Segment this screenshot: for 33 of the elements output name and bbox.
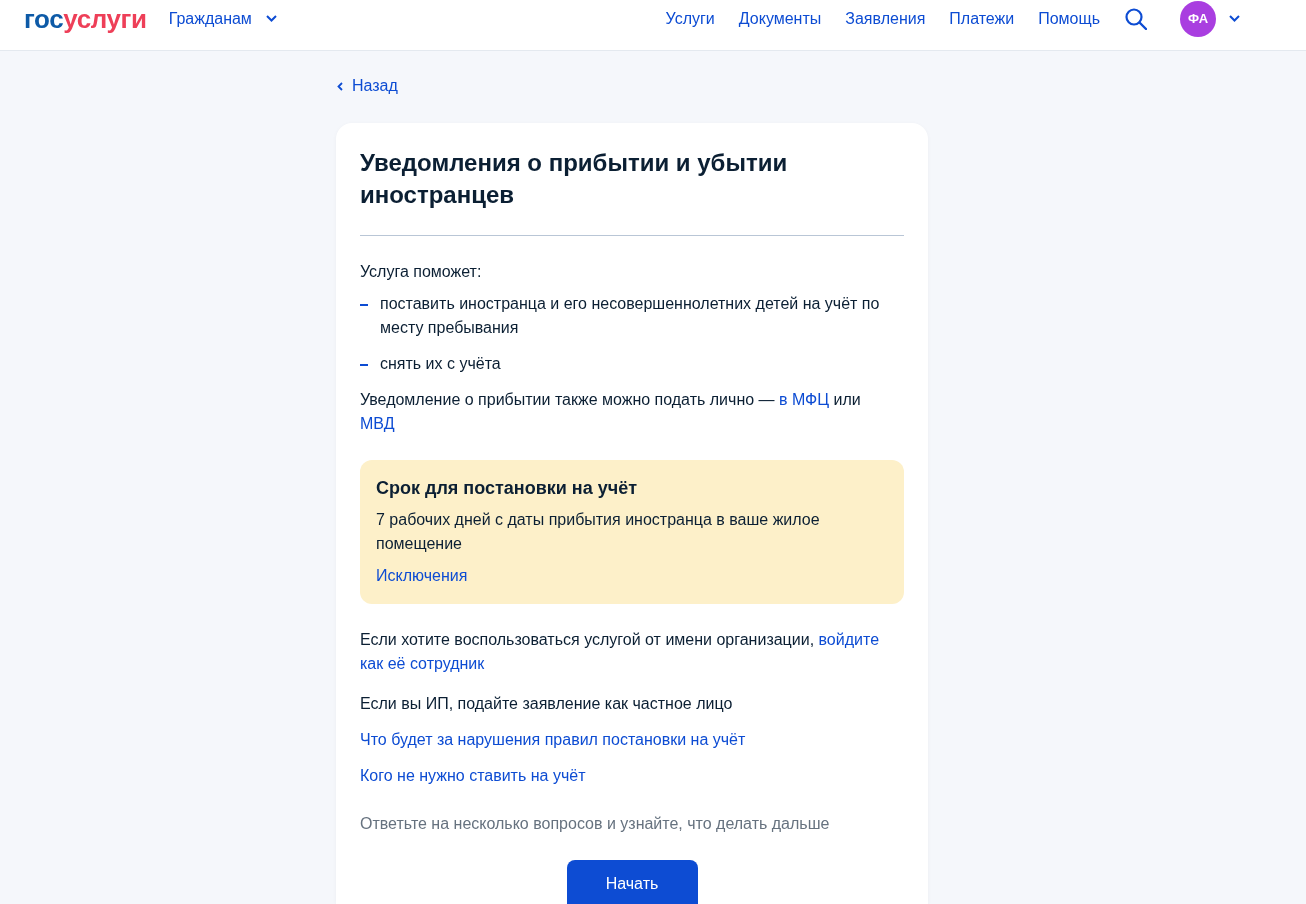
- list-item-text: поставить иностранца и его несовершеннолетних детей на учёт по месту пребывания: [380, 294, 881, 338]
- nav-link[interactable]: Заявления: [845, 6, 926, 31]
- text: Услуга поможет:: [360, 262, 483, 282]
- link[interactable]: Кого не нужно ставить на учёт: [360, 764, 586, 788]
- link[interactable]: в МФЦ: [779, 391, 830, 408]
- page-title: Уведомления о прибытии и убытии иностранцев: [360, 148, 789, 210]
- paragraph: Если хотите воспользоваться услугой от имени организации, войдите как её сотрудник: [360, 630, 881, 674]
- link[interactable]: войдите: [818, 631, 880, 648]
- audience-menu[interactable]: Гражданам: [168, 6, 277, 31]
- start-button[interactable]: Начать: [566, 860, 698, 904]
- search-icon[interactable]: [1125, 7, 1147, 30]
- nav-link[interactable]: Документы: [738, 6, 822, 31]
- avatar[interactable]: ФА: [1180, 0, 1216, 37]
- dash-icon: [360, 364, 368, 366]
- notice-title: Срок для постановки на учёт: [376, 477, 638, 500]
- chevron-down-icon: [265, 15, 277, 22]
- paragraph: Уведомление о прибытии также можно подать лично — в МФЦ или МВД: [360, 390, 862, 434]
- paragraph: Если вы ИП, подайте заявление как частное лицо: [360, 694, 734, 714]
- nav-link[interactable]: Услуги: [665, 6, 715, 31]
- link[interactable]: МВД: [360, 415, 395, 432]
- nav-link[interactable]: Помощь: [1038, 6, 1100, 31]
- link[interactable]: как её сотрудник: [360, 655, 485, 672]
- chevron-down-icon[interactable]: [1229, 15, 1240, 22]
- dash-icon: [360, 304, 368, 306]
- hint-text: Ответьте на несколько вопросов и узнайте, что делать дальше: [360, 814, 831, 834]
- chevron-left-icon: [337, 81, 343, 91]
- nav-link[interactable]: Платежи: [949, 6, 1015, 31]
- link[interactable]: Что будет за нарушения правил постановки на учёт: [360, 728, 746, 752]
- logo[interactable]: госуслуги: [24, 3, 147, 34]
- notice-text: 7 рабочих дней с даты прибытия иностранца в ваше жилое помещение: [376, 510, 821, 554]
- link[interactable]: Исключения: [376, 564, 468, 588]
- back-link[interactable]: Назад: [336, 74, 398, 98]
- list-item-text: снять их с учёта: [380, 354, 502, 374]
